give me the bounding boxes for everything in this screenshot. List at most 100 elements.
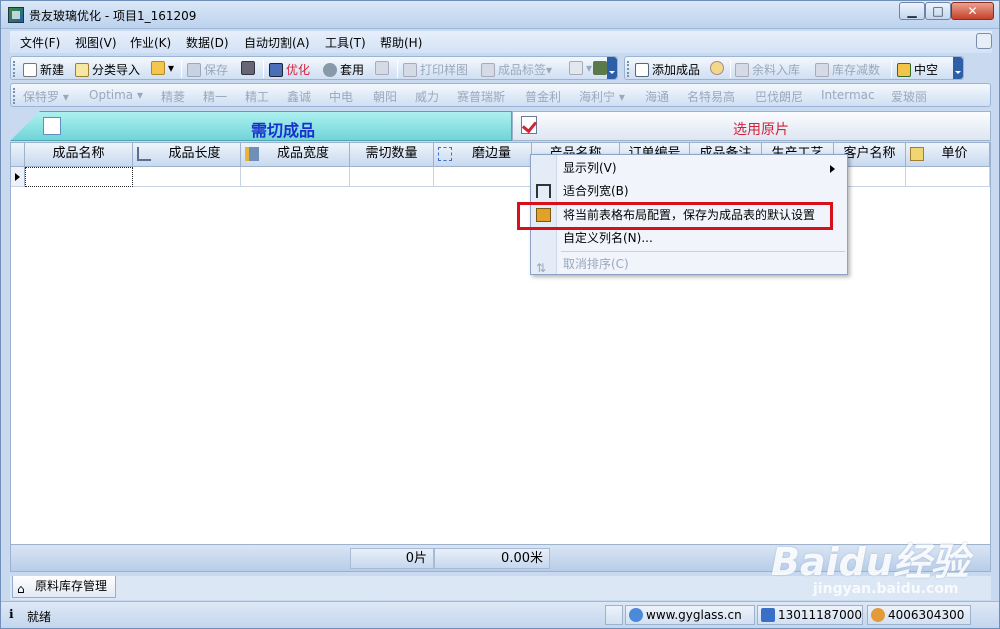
search-product-button[interactable] bbox=[710, 61, 727, 75]
open-button[interactable]: ▾ bbox=[151, 61, 174, 75]
export-button[interactable]: ▾ bbox=[569, 61, 592, 75]
table-cell[interactable] bbox=[133, 167, 241, 187]
tools-icon bbox=[593, 61, 607, 75]
maximize-button[interactable]: □ bbox=[925, 2, 951, 20]
preview-button[interactable] bbox=[375, 61, 392, 75]
fit-width-icon bbox=[536, 184, 551, 198]
tab-stock-management[interactable]: ⌂ 原料库存管理 bbox=[12, 576, 116, 598]
machine-baotelo[interactable]: 保特罗 ▾ bbox=[23, 88, 69, 105]
disk-icon bbox=[241, 61, 255, 75]
menu-view[interactable]: 视图(V) bbox=[75, 34, 117, 51]
section-tabs: 需切成品 选用原片 bbox=[10, 111, 991, 141]
folder-icon bbox=[151, 61, 165, 75]
menu-item-show-columns[interactable]: 显示列(V) bbox=[531, 157, 847, 179]
table-cell[interactable] bbox=[434, 167, 532, 187]
insulated-glass-icon bbox=[897, 62, 911, 77]
menu-help[interactable]: 帮助(H) bbox=[380, 34, 422, 51]
column-header[interactable]: 需切数量 bbox=[350, 143, 434, 167]
new-button[interactable]: 新建 bbox=[23, 61, 64, 78]
tab-selected-sheets[interactable]: 选用原片 bbox=[512, 111, 991, 141]
info-icon: ℹ bbox=[9, 607, 14, 621]
machine-mingteyigao[interactable]: 名特易高 bbox=[687, 88, 735, 105]
toolbar-overflow[interactable] bbox=[607, 57, 617, 79]
import-button[interactable]: 分类导入 bbox=[75, 61, 140, 78]
preview-icon bbox=[375, 61, 389, 75]
machine-bavelloni[interactable]: 巴伐朗尼 bbox=[755, 88, 803, 105]
add-product-icon bbox=[635, 62, 649, 77]
label-button[interactable]: 成品标签 ▾ bbox=[481, 61, 552, 78]
menu-item-fit-width[interactable]: 适合列宽(B) bbox=[531, 180, 847, 202]
machine-cypress[interactable]: 赛普瑞斯 bbox=[457, 88, 505, 105]
status-text: 就绪 bbox=[27, 610, 52, 624]
print-button[interactable]: 打印样图 bbox=[403, 61, 468, 78]
submenu-arrow-icon bbox=[830, 165, 839, 173]
optimize-button[interactable]: 优化 bbox=[269, 61, 310, 78]
machine-pujinli[interactable]: 普金利 bbox=[525, 88, 561, 105]
machine-aiboli[interactable]: 爱玻丽 bbox=[891, 88, 927, 105]
remnant-in-button[interactable]: 余料入库 bbox=[735, 61, 800, 78]
status-website[interactable]: www.gyglass.cn bbox=[625, 605, 755, 625]
machine-hailining[interactable]: 海利宁 ▾ bbox=[579, 88, 625, 105]
table-cell[interactable] bbox=[241, 167, 350, 187]
menu-item-cancel-sort[interactable]: ⇅ 取消排序(C) bbox=[531, 253, 847, 275]
machine-zhongdian[interactable]: 中电 bbox=[329, 88, 353, 105]
watermark-url: jingyan.baidu.com bbox=[813, 581, 959, 597]
minimize-button[interactable]: ▁ bbox=[899, 2, 925, 20]
menu-tools[interactable]: 工具(T) bbox=[325, 34, 366, 51]
options-icon[interactable] bbox=[976, 33, 992, 49]
width-icon bbox=[245, 147, 259, 161]
status-bar: ℹ 就绪 www.gyglass.cn 13011187000 40063043… bbox=[1, 601, 999, 628]
toolbar-grip[interactable] bbox=[13, 61, 16, 77]
insulated-glass-button[interactable]: 中空 bbox=[897, 61, 938, 78]
optimize-icon bbox=[269, 62, 283, 77]
stock-icon bbox=[815, 62, 829, 77]
app-window: 贵友玻璃优化 - 项目1_161209 ▁ □ ✕ 文件(F) 视图(V) 作业… bbox=[0, 0, 1000, 629]
save-button[interactable]: 保存 bbox=[187, 61, 228, 78]
nest-button[interactable]: 套用 bbox=[323, 61, 364, 78]
menu-job[interactable]: 作业(K) bbox=[130, 34, 171, 51]
stock-reduce-button[interactable]: 库存减数 bbox=[815, 61, 880, 78]
save-icon bbox=[187, 62, 201, 77]
window-title: 贵友玻璃优化 - 项目1_161209 bbox=[29, 9, 197, 23]
column-header[interactable]: 磨边量 bbox=[434, 143, 532, 167]
printer-icon bbox=[403, 62, 417, 77]
machine-jingling[interactable]: 精菱 bbox=[161, 88, 185, 105]
menu-auto-cut[interactable]: 自动切割(A) bbox=[244, 34, 310, 51]
row-selector[interactable] bbox=[11, 167, 25, 187]
add-product-button[interactable]: 添加成品 bbox=[635, 61, 700, 78]
machine-jingyi[interactable]: 精一 bbox=[203, 88, 227, 105]
menu-data[interactable]: 数据(D) bbox=[186, 34, 229, 51]
machine-haitong[interactable]: 海通 bbox=[645, 88, 669, 105]
toolbar-grip[interactable] bbox=[13, 88, 16, 104]
machine-jinggong[interactable]: 精工 bbox=[245, 88, 269, 105]
machine-weili[interactable]: 威力 bbox=[415, 88, 439, 105]
browser-icon bbox=[629, 608, 643, 622]
support-icon bbox=[871, 608, 885, 622]
machine-optima[interactable]: Optima ▾ bbox=[89, 88, 143, 102]
machine-intermac[interactable]: Intermac bbox=[821, 88, 875, 102]
machine-xincheng[interactable]: 鑫诚 bbox=[287, 88, 311, 105]
machine-toolbar: 保特罗 ▾ Optima ▾ 精菱 精一 精工 鑫诚 中电 朝阳 威力 赛普瑞斯… bbox=[10, 83, 991, 107]
product-icon bbox=[43, 117, 61, 135]
sort-icon: ⇅ bbox=[536, 261, 547, 275]
save-all-button[interactable] bbox=[241, 61, 258, 75]
toolbar-overflow[interactable] bbox=[953, 57, 963, 79]
label-icon bbox=[481, 62, 495, 77]
table-cell[interactable] bbox=[906, 167, 990, 187]
tab-required-products[interactable]: 需切成品 bbox=[10, 111, 512, 141]
menu-item-custom-names[interactable]: 自定义列名(N)... bbox=[531, 227, 847, 249]
title-bar: 贵友玻璃优化 - 项目1_161209 ▁ □ ✕ bbox=[1, 1, 999, 29]
price-icon bbox=[910, 147, 924, 161]
machine-chaoyang[interactable]: 朝阳 bbox=[373, 88, 397, 105]
tab-selected-sheets-label: 选用原片 bbox=[733, 122, 789, 138]
column-header[interactable]: 成品长度 bbox=[133, 143, 241, 167]
close-button[interactable]: ✕ bbox=[951, 2, 994, 20]
tab-required-products-label: 需切成品 bbox=[251, 121, 316, 140]
column-header[interactable]: 成品宽度 bbox=[241, 143, 350, 167]
toolbar-grip[interactable] bbox=[627, 61, 630, 77]
column-header[interactable]: 成品名称 bbox=[25, 143, 133, 167]
column-header[interactable]: 单价 bbox=[906, 143, 990, 167]
table-cell[interactable] bbox=[350, 167, 434, 187]
table-cell[interactable] bbox=[25, 167, 133, 187]
menu-file[interactable]: 文件(F) bbox=[20, 34, 60, 51]
